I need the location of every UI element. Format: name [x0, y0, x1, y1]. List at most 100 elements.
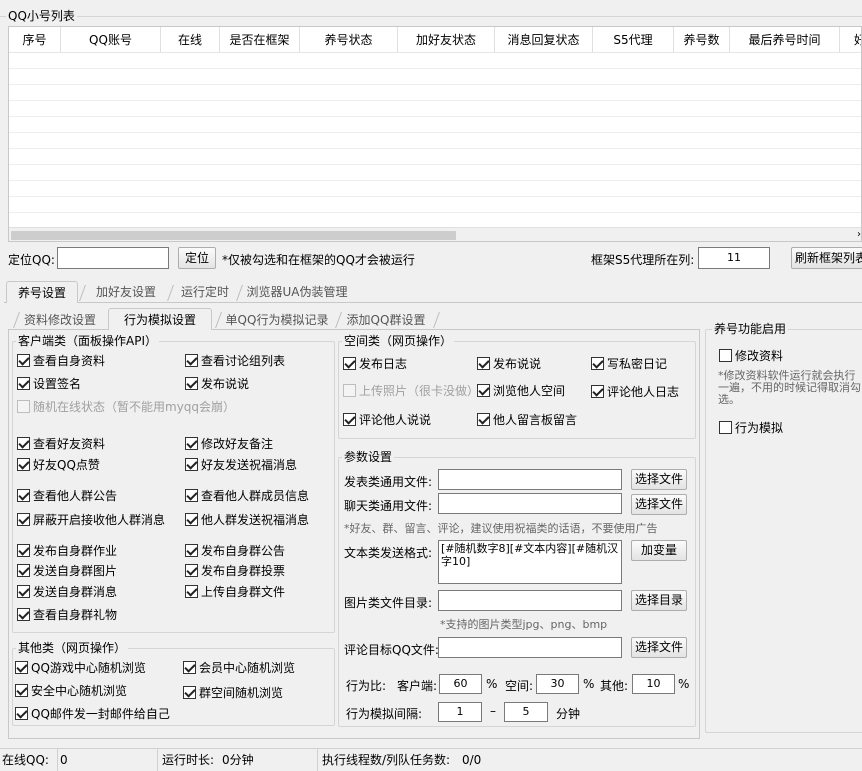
choose-directory-button[interactable]: 选择目录: [631, 590, 687, 611]
cb-security-center[interactable]: 安全中心随机浏览: [15, 682, 127, 698]
cb-post-diary[interactable]: 发布日志: [343, 355, 407, 371]
cb-post-own-group-vote[interactable]: 发布自身群投票: [185, 562, 285, 578]
cb-post-own-group-notice[interactable]: 发布自身群公告: [185, 542, 285, 558]
col-header[interactable]: 养号状态: [300, 27, 398, 53]
checkbox-box[interactable]: [17, 584, 30, 598]
choose-post-file-button[interactable]: 选择文件: [631, 469, 687, 490]
cb-behavior-simulation[interactable]: 行为模拟: [719, 419, 783, 435]
checkbox-box[interactable]: [185, 512, 198, 526]
cb-group-space[interactable]: 群空间随机浏览: [183, 684, 283, 700]
interval-min-input[interactable]: 1: [438, 702, 482, 722]
checkbox-box[interactable]: [591, 356, 604, 370]
checkbox-box[interactable]: [477, 383, 490, 397]
cb-other-group-blessing[interactable]: 他人群发送祝福消息: [185, 511, 309, 527]
checkbox-box[interactable]: [343, 383, 356, 397]
checkbox-box[interactable]: [185, 457, 198, 471]
checkbox-box[interactable]: [17, 563, 30, 577]
cb-comment-others-diary[interactable]: 评论他人日志: [591, 383, 679, 399]
scrollbar-thumb[interactable]: [11, 231, 456, 240]
comment-target-input[interactable]: [438, 637, 622, 658]
cb-others-guestbook[interactable]: 他人留言板留言: [477, 411, 577, 427]
cb-post-own-group-homework[interactable]: 发布自身群作业: [17, 542, 117, 558]
tab-browser-ua[interactable]: 浏览器UA伪装管理: [243, 281, 351, 303]
proxy-column-input[interactable]: 11: [698, 247, 770, 269]
checkbox-box[interactable]: [185, 563, 198, 577]
image-dir-input[interactable]: [438, 590, 622, 611]
interval-max-input[interactable]: 5: [504, 702, 548, 722]
post-file-input[interactable]: [438, 469, 622, 490]
horizontal-scrollbar[interactable]: ›: [9, 227, 861, 241]
qq-account-table[interactable]: 序号 QQ账号 在线 是否在框架 养号状态 加好友状态 消息回复状态 S5代理 …: [8, 26, 862, 242]
checkbox-box[interactable]: [17, 457, 30, 471]
checkbox-box[interactable]: [185, 488, 198, 502]
tab-single-qq-log[interactable]: 单QQ行为模拟记录: [222, 309, 332, 331]
add-variable-button[interactable]: 加变量: [631, 540, 687, 561]
cb-random-online-status[interactable]: 随机在线状态（暂不能用myqq会崩）: [17, 398, 235, 414]
col-header[interactable]: 最后养号时间: [730, 27, 840, 53]
checkbox-box[interactable]: [185, 436, 198, 450]
checkbox-box[interactable]: [185, 376, 198, 390]
col-header[interactable]: 序号: [9, 27, 61, 53]
refresh-frame-list-button[interactable]: 刷新框架列表: [791, 247, 862, 269]
cb-edit-friend-remark[interactable]: 修改好友备注: [185, 435, 273, 451]
tab-profile-edit-settings[interactable]: 资料修改设置: [20, 309, 100, 331]
cb-view-discussion-list[interactable]: 查看讨论组列表: [185, 352, 285, 368]
checkbox-box[interactable]: [17, 543, 30, 557]
cb-toggle-group-messages[interactable]: 屏蔽开启接收他人群消息: [17, 511, 165, 527]
checkbox-box[interactable]: [185, 353, 198, 367]
cb-qq-mail-self[interactable]: QQ邮件发一封邮件给自己: [15, 705, 170, 721]
checkbox-box[interactable]: [719, 420, 732, 434]
text-format-input[interactable]: [#随机数字8][#文本内容][#随机汉字10]: [438, 540, 622, 584]
col-header[interactable]: 加好友状态: [398, 27, 495, 53]
cb-space-post-shuoshuo[interactable]: 发布说说: [477, 355, 541, 371]
checkbox-box[interactable]: [183, 660, 196, 674]
col-header[interactable]: 养号数: [674, 27, 730, 53]
choose-comment-file-button[interactable]: 选择文件: [631, 637, 687, 658]
col-header[interactable]: 消息回复状态: [495, 27, 593, 53]
cb-post-shuoshuo[interactable]: 发布说说: [185, 375, 249, 391]
checkbox-box[interactable]: [17, 488, 30, 502]
scroll-right-icon[interactable]: ›: [857, 228, 861, 241]
checkbox-box[interactable]: [591, 384, 604, 398]
cb-qq-game-center[interactable]: QQ游戏中心随机浏览: [15, 659, 146, 675]
cb-send-own-group-message[interactable]: 发送自身群消息: [17, 583, 117, 599]
tab-behavior-sim-settings[interactable]: 行为模拟设置: [108, 308, 212, 330]
cb-view-own-group-gifts[interactable]: 查看自身群礼物: [17, 606, 117, 622]
cb-view-other-group-members[interactable]: 查看他人群成员信息: [185, 487, 309, 503]
checkbox-box[interactable]: [17, 512, 30, 526]
client-ratio-input[interactable]: 60: [439, 674, 482, 694]
cb-upload-own-group-file[interactable]: 上传自身群文件: [185, 583, 285, 599]
locate-button[interactable]: 定位: [178, 247, 216, 269]
checkbox-box[interactable]: [15, 706, 28, 720]
cb-view-other-group-notice[interactable]: 查看他人群公告: [17, 487, 117, 503]
cb-upload-photo[interactable]: 上传照片（很卡没做）: [343, 382, 479, 398]
space-ratio-input[interactable]: 30: [536, 674, 579, 694]
col-header[interactable]: QQ账号: [61, 27, 161, 53]
checkbox-box[interactable]: [17, 353, 30, 367]
checkbox-box[interactable]: [15, 683, 28, 697]
col-header[interactable]: 好: [840, 27, 861, 53]
tab-yanghao-settings[interactable]: 养号设置: [6, 281, 78, 303]
other-ratio-input[interactable]: 10: [632, 674, 675, 694]
checkbox-box[interactable]: [343, 412, 356, 426]
cb-send-own-group-image[interactable]: 发送自身群图片: [17, 562, 117, 578]
checkbox-box[interactable]: [477, 412, 490, 426]
cb-edit-profile[interactable]: 修改资料: [719, 347, 783, 363]
locate-qq-input[interactable]: [57, 247, 169, 269]
tab-run-schedule[interactable]: 运行定时: [174, 281, 236, 303]
cb-vip-center[interactable]: 会员中心随机浏览: [183, 659, 295, 675]
cb-comment-others-shuoshuo[interactable]: 评论他人说说: [343, 411, 431, 427]
checkbox-box[interactable]: [17, 607, 30, 621]
cb-view-friend-profile[interactable]: 查看好友资料: [17, 435, 105, 451]
tab-add-qq-group-settings[interactable]: 添加QQ群设置: [342, 309, 430, 331]
cb-write-private-diary[interactable]: 写私密日记: [591, 355, 667, 371]
col-header[interactable]: 在线: [161, 27, 220, 53]
col-header[interactable]: 是否在框架: [220, 27, 300, 53]
checkbox-box[interactable]: [343, 356, 356, 370]
cb-friend-blessing[interactable]: 好友发送祝福消息: [185, 456, 297, 472]
checkbox-box[interactable]: [17, 376, 30, 390]
cb-browse-others-space[interactable]: 浏览他人空间: [477, 382, 565, 398]
checkbox-box[interactable]: [185, 584, 198, 598]
tab-add-friend-settings[interactable]: 加好友设置: [86, 281, 166, 303]
choose-chat-file-button[interactable]: 选择文件: [631, 494, 687, 515]
